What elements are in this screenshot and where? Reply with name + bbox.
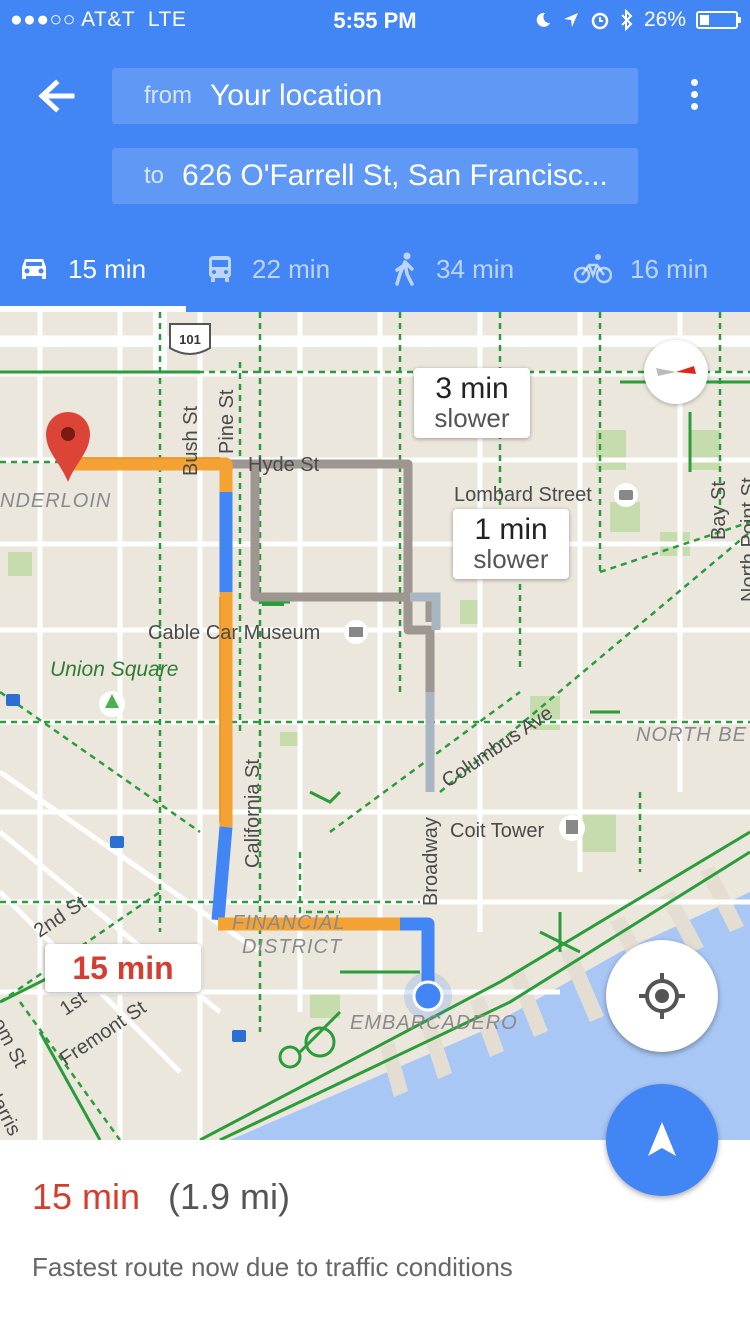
start-navigation-button[interactable] — [606, 1084, 718, 1196]
cycling-time: 16 min — [630, 253, 709, 284]
summary-note: Fastest route now due to traffic conditi… — [32, 1252, 513, 1282]
walking-time: 34 min — [436, 253, 515, 284]
directions-header: ●●●○○ AT&T LTE 5:55 PM 26% from Your loc… — [0, 0, 750, 312]
district-label-tenderloin: NDERLOIN — [0, 490, 112, 512]
alt-route-callout-2[interactable]: 1 min slower — [453, 509, 569, 579]
alarm-icon — [591, 12, 609, 30]
svg-text:101: 101 — [179, 332, 201, 347]
destination-pin-icon — [45, 411, 91, 482]
poi-label-cable-car: Cable Car Museum — [148, 622, 321, 644]
compass-icon — [656, 366, 696, 376]
street-label-california: California St — [242, 759, 264, 868]
location-arrow-icon — [563, 13, 578, 27]
alt-route-1-note: slower — [434, 403, 510, 433]
from-value: Your location — [210, 79, 383, 112]
compass-button[interactable] — [644, 340, 708, 404]
my-location-button[interactable] — [606, 940, 718, 1052]
street-label-bush: Bush St — [180, 405, 202, 476]
district-label-north-beach: NORTH BE — [636, 724, 747, 746]
status-icons: 26% — [534, 8, 741, 32]
street-label-pine: Pine St — [216, 389, 238, 454]
district-label-district: DISTRICT — [242, 936, 343, 958]
street-label-broadway: Broadway — [420, 817, 442, 906]
alt-route-2-note: slower — [473, 544, 549, 574]
district-label-embarcadero: EMBARCADERO — [350, 1012, 518, 1034]
highway-101-shield: 101 — [169, 323, 211, 355]
tab-transit[interactable]: 22 min — [206, 238, 330, 300]
tab-walking[interactable]: 34 min — [392, 238, 514, 300]
park-label-union-square: Union Square — [50, 658, 179, 681]
poi-label-lombard: Lombard Street — [454, 484, 592, 506]
moon-icon — [536, 12, 550, 27]
from-field[interactable]: from Your location — [112, 68, 638, 124]
back-button[interactable] — [34, 76, 78, 116]
back-arrow-icon — [38, 79, 75, 113]
to-field[interactable]: to 626 O'Farrell St, San Francisc... — [112, 148, 638, 204]
more-vert-icon — [690, 79, 698, 86]
bluetooth-icon — [621, 9, 633, 31]
main-route-time: 15 min — [72, 950, 174, 986]
alt-route-2-time: 1 min — [474, 513, 548, 546]
alt-route-callout-1[interactable]: 3 min slower — [414, 368, 530, 438]
walk-icon — [395, 252, 414, 286]
driving-time: 15 min — [68, 253, 147, 284]
district-label-financial: FINANCIAL — [232, 912, 346, 934]
travel-mode-tabs: 15 min 22 min 34 min 16 min — [0, 238, 750, 300]
transit-icon — [209, 256, 231, 282]
tab-cycling[interactable]: 16 min — [574, 238, 708, 300]
navigation-arrow-icon — [648, 1122, 676, 1156]
status-bar: ●●●○○ AT&T LTE 5:55 PM 26% — [0, 0, 750, 40]
bike-icon — [574, 254, 612, 284]
battery-percent: 26% — [643, 8, 686, 31]
battery-icon — [696, 11, 741, 29]
poi-label-coit-tower: Coit Tower — [450, 820, 545, 842]
to-label: to — [144, 162, 165, 189]
street-label-bay: Bay St — [708, 481, 730, 540]
from-label: from — [144, 82, 192, 109]
to-value: 626 O'Farrell St, San Francisc... — [182, 159, 608, 192]
summary-distance: (1.9 mi) — [168, 1176, 291, 1217]
street-label-north-point: North Point St — [738, 477, 750, 602]
main-route-callout[interactable]: 15 min — [45, 944, 201, 992]
street-label-hyde: Hyde St — [248, 454, 320, 476]
summary-time: 15 min — [32, 1176, 141, 1217]
tab-driving[interactable]: 15 min — [18, 238, 146, 300]
transit-time: 22 min — [252, 253, 331, 284]
car-icon — [22, 259, 46, 279]
more-options-button[interactable] — [676, 74, 712, 118]
crosshair-icon — [639, 973, 685, 1019]
alt-route-1-time: 3 min — [435, 372, 509, 405]
